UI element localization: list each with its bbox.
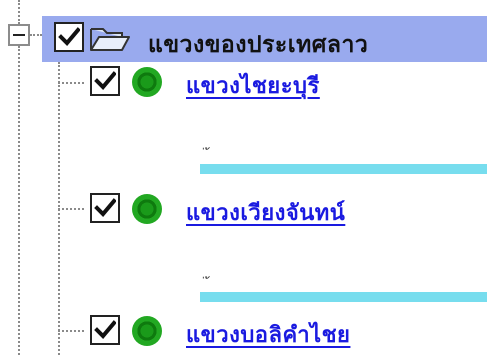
checkmark-icon: [94, 71, 116, 90]
tree-guide-line: [18, 0, 20, 24]
tree-guide-line: [58, 82, 84, 84]
checkmark-icon: [94, 198, 116, 217]
root-label: แขวงของประเทศลาว: [148, 32, 369, 58]
progress-bar: [200, 292, 487, 302]
green-circle-icon: [132, 316, 162, 346]
layer-checkbox[interactable]: [90, 315, 120, 345]
collapse-toggle[interactable]: [8, 24, 30, 46]
progress-marks: ่ ้: [205, 150, 210, 165]
layer-checkbox[interactable]: [90, 66, 120, 96]
tree-guide-line: [18, 46, 20, 355]
checkmark-icon: [58, 27, 80, 46]
progress-bar: [200, 164, 487, 174]
tree-guide-line: [58, 330, 84, 332]
green-circle-icon: [132, 194, 162, 224]
folder-open-icon: [90, 28, 130, 51]
layer-link-xayabury[interactable]: แขวงไชยะบุรี: [186, 68, 320, 103]
layer-link-bolikhamxay[interactable]: แขวงบอลิคำไชย: [186, 317, 350, 352]
checkmark-icon: [94, 320, 116, 339]
tree-guide-line: [58, 208, 84, 210]
layer-tree: แขวงของประเทศลาว แขวงไชยะบุรี ่ ้ แขวงเว…: [0, 0, 487, 355]
tree-guide-line: [30, 34, 42, 36]
layer-checkbox[interactable]: [90, 193, 120, 223]
green-circle-icon: [132, 67, 162, 97]
layer-link-vientiane[interactable]: แขวงเวียงจันทน์: [186, 195, 345, 230]
root-checkbox[interactable]: [54, 22, 84, 52]
